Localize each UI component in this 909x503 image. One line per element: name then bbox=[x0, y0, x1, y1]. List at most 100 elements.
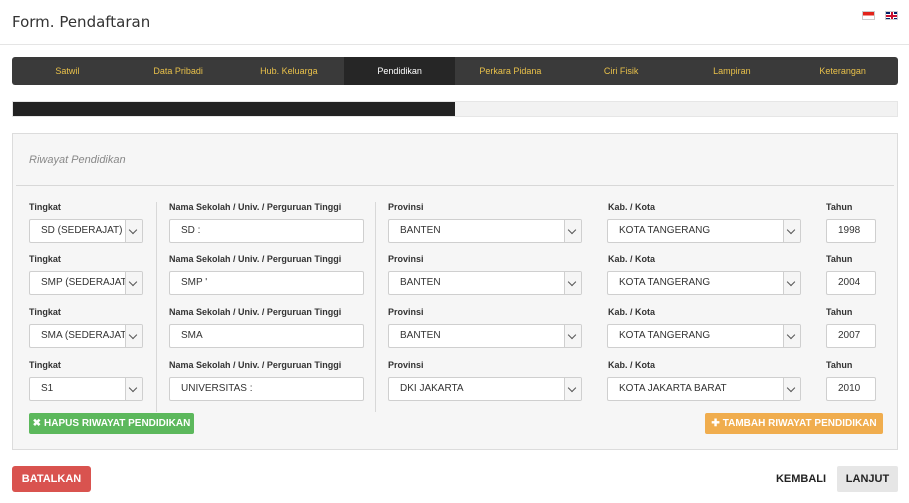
section-divider bbox=[16, 185, 894, 186]
sekolah-label: Nama Sekolah / Univ. / Perguruan Tinggi bbox=[169, 202, 342, 212]
provinsi-value: BANTEN bbox=[400, 277, 441, 288]
wizard-step-pendidikan[interactable]: Pendidikan bbox=[344, 57, 455, 85]
wizard-step-data-pribadi[interactable]: Data Pribadi bbox=[123, 57, 234, 85]
chevron-down-icon bbox=[564, 378, 581, 400]
tingkat-value: SD (SEDERAJAT) bbox=[41, 225, 123, 236]
wizard-step-lampiran[interactable]: Lampiran bbox=[677, 57, 788, 85]
provinsi-select[interactable]: DKI JAKARTA bbox=[388, 377, 582, 401]
remove-education-button[interactable]: ✖ HAPUS RIWAYAT PENDIDIKAN bbox=[29, 413, 194, 434]
chevron-down-icon bbox=[783, 325, 800, 347]
close-icon: ✖ bbox=[32, 418, 42, 429]
tingkat-select[interactable]: SD (SEDERAJAT) bbox=[29, 219, 143, 243]
tingkat-label: Tingkat bbox=[29, 254, 61, 264]
chevron-down-icon bbox=[125, 272, 142, 294]
kab-select[interactable]: KOTA TANGERANG bbox=[607, 271, 801, 295]
provinsi-select[interactable]: BANTEN bbox=[388, 219, 582, 243]
tahun-label: Tahun bbox=[826, 254, 853, 264]
remove-education-label: HAPUS RIWAYAT PENDIDIKAN bbox=[44, 418, 191, 429]
chevron-down-icon bbox=[125, 325, 142, 347]
sekolah-value: SD : bbox=[181, 225, 201, 236]
provinsi-value: BANTEN bbox=[400, 225, 441, 236]
add-education-label: TAMBAH RIWAYAT PENDIDIKAN bbox=[722, 418, 877, 429]
sekolah-input[interactable]: SMP ' bbox=[169, 271, 364, 295]
wizard-progress-bar bbox=[12, 101, 898, 117]
kab-value: KOTA TANGERANG bbox=[619, 330, 711, 341]
wizard-step-satwil[interactable]: Satwil bbox=[12, 57, 123, 85]
tahun-input[interactable]: 2007 bbox=[826, 324, 876, 348]
provinsi-select[interactable]: BANTEN bbox=[388, 324, 582, 348]
provinsi-value: BANTEN bbox=[400, 330, 441, 341]
tahun-value: 2004 bbox=[838, 277, 861, 288]
sekolah-label: Nama Sekolah / Univ. / Perguruan Tinggi bbox=[169, 307, 342, 317]
tingkat-select[interactable]: SMP (SEDERAJAT bbox=[29, 271, 143, 295]
kab-label: Kab. / Kota bbox=[608, 202, 656, 212]
sekolah-value: UNIVERSITAS : bbox=[181, 383, 253, 394]
wizard-step-ciri-fisik[interactable]: Ciri Fisik bbox=[566, 57, 677, 85]
kab-value: KOTA JAKARTA BARAT bbox=[619, 383, 727, 394]
column-divider bbox=[375, 202, 376, 412]
cancel-button[interactable]: BATALKAN bbox=[12, 466, 91, 492]
wizard-step-perkara-pidana[interactable]: Perkara Pidana bbox=[455, 57, 566, 85]
tingkat-select[interactable]: S1 bbox=[29, 377, 143, 401]
kab-value: KOTA TANGERANG bbox=[619, 277, 711, 288]
flag-uk-icon[interactable] bbox=[885, 11, 898, 20]
tahun-input[interactable]: 2010 bbox=[826, 377, 876, 401]
wizard-steps: Satwil Data Pribadi Hub. Keluarga Pendidika… bbox=[12, 57, 898, 85]
section-title: Riwayat Pendidikan bbox=[29, 154, 126, 166]
sekolah-label: Nama Sekolah / Univ. / Perguruan Tinggi bbox=[169, 254, 342, 264]
flag-id-icon[interactable] bbox=[862, 11, 875, 20]
tahun-label: Tahun bbox=[826, 202, 853, 212]
sekolah-input[interactable]: SMA bbox=[169, 324, 364, 348]
column-divider bbox=[156, 202, 157, 412]
page-header: Form. Pendaftaran bbox=[0, 0, 909, 45]
tingkat-label: Tingkat bbox=[29, 360, 61, 370]
kab-value: KOTA TANGERANG bbox=[619, 225, 711, 236]
chevron-down-icon bbox=[783, 378, 800, 400]
provinsi-select[interactable]: BANTEN bbox=[388, 271, 582, 295]
tahun-value: 2010 bbox=[838, 383, 861, 394]
tingkat-label: Tingkat bbox=[29, 202, 61, 212]
kab-select[interactable]: KOTA TANGERANG bbox=[607, 324, 801, 348]
tahun-input[interactable]: 2004 bbox=[826, 271, 876, 295]
provinsi-label: Provinsi bbox=[388, 202, 424, 212]
sekolah-input[interactable]: UNIVERSITAS : bbox=[169, 377, 364, 401]
kab-label: Kab. / Kota bbox=[608, 360, 656, 370]
tingkat-label: Tingkat bbox=[29, 307, 61, 317]
tingkat-value: SMP (SEDERAJAT bbox=[41, 277, 127, 288]
kab-select[interactable]: KOTA JAKARTA BARAT bbox=[607, 377, 801, 401]
sekolah-input[interactable]: SD : bbox=[169, 219, 364, 243]
kab-label: Kab. / Kota bbox=[608, 254, 656, 264]
provinsi-value: DKI JAKARTA bbox=[400, 383, 464, 394]
kab-select[interactable]: KOTA TANGERANG bbox=[607, 219, 801, 243]
chevron-down-icon bbox=[564, 220, 581, 242]
tahun-label: Tahun bbox=[826, 360, 853, 370]
chevron-down-icon bbox=[783, 220, 800, 242]
sekolah-value: SMA bbox=[181, 330, 203, 341]
tahun-value: 1998 bbox=[838, 225, 861, 236]
add-education-button[interactable]: ✚ TAMBAH RIWAYAT PENDIDIKAN bbox=[705, 413, 883, 434]
provinsi-label: Provinsi bbox=[388, 254, 424, 264]
chevron-down-icon bbox=[125, 378, 142, 400]
tahun-input[interactable]: 1998 bbox=[826, 219, 876, 243]
back-button[interactable]: KEMBALI bbox=[770, 466, 832, 492]
chevron-down-icon bbox=[564, 272, 581, 294]
tahun-label: Tahun bbox=[826, 307, 853, 317]
sekolah-value: SMP ' bbox=[181, 277, 208, 288]
tingkat-select[interactable]: SMA (SEDERAJAT bbox=[29, 324, 143, 348]
next-button[interactable]: LANJUT bbox=[837, 466, 898, 492]
provinsi-label: Provinsi bbox=[388, 360, 424, 370]
tingkat-value: SMA (SEDERAJAT bbox=[41, 330, 127, 341]
chevron-down-icon bbox=[783, 272, 800, 294]
wizard-step-hub-keluarga[interactable]: Hub. Keluarga bbox=[234, 57, 345, 85]
education-panel: Riwayat Pendidikan ✖ HAPUS RIWAYAT PENDID… bbox=[12, 133, 898, 450]
kab-label: Kab. / Kota bbox=[608, 307, 656, 317]
wizard-step-keterangan[interactable]: Keterangan bbox=[787, 57, 898, 85]
tingkat-value: S1 bbox=[41, 383, 54, 394]
chevron-down-icon bbox=[125, 220, 142, 242]
sekolah-label: Nama Sekolah / Univ. / Perguruan Tinggi bbox=[169, 360, 342, 370]
chevron-down-icon bbox=[564, 325, 581, 347]
provinsi-label: Provinsi bbox=[388, 307, 424, 317]
progress-fill bbox=[13, 102, 455, 116]
plus-icon: ✚ bbox=[711, 418, 720, 429]
page-title: Form. Pendaftaran bbox=[12, 13, 151, 31]
